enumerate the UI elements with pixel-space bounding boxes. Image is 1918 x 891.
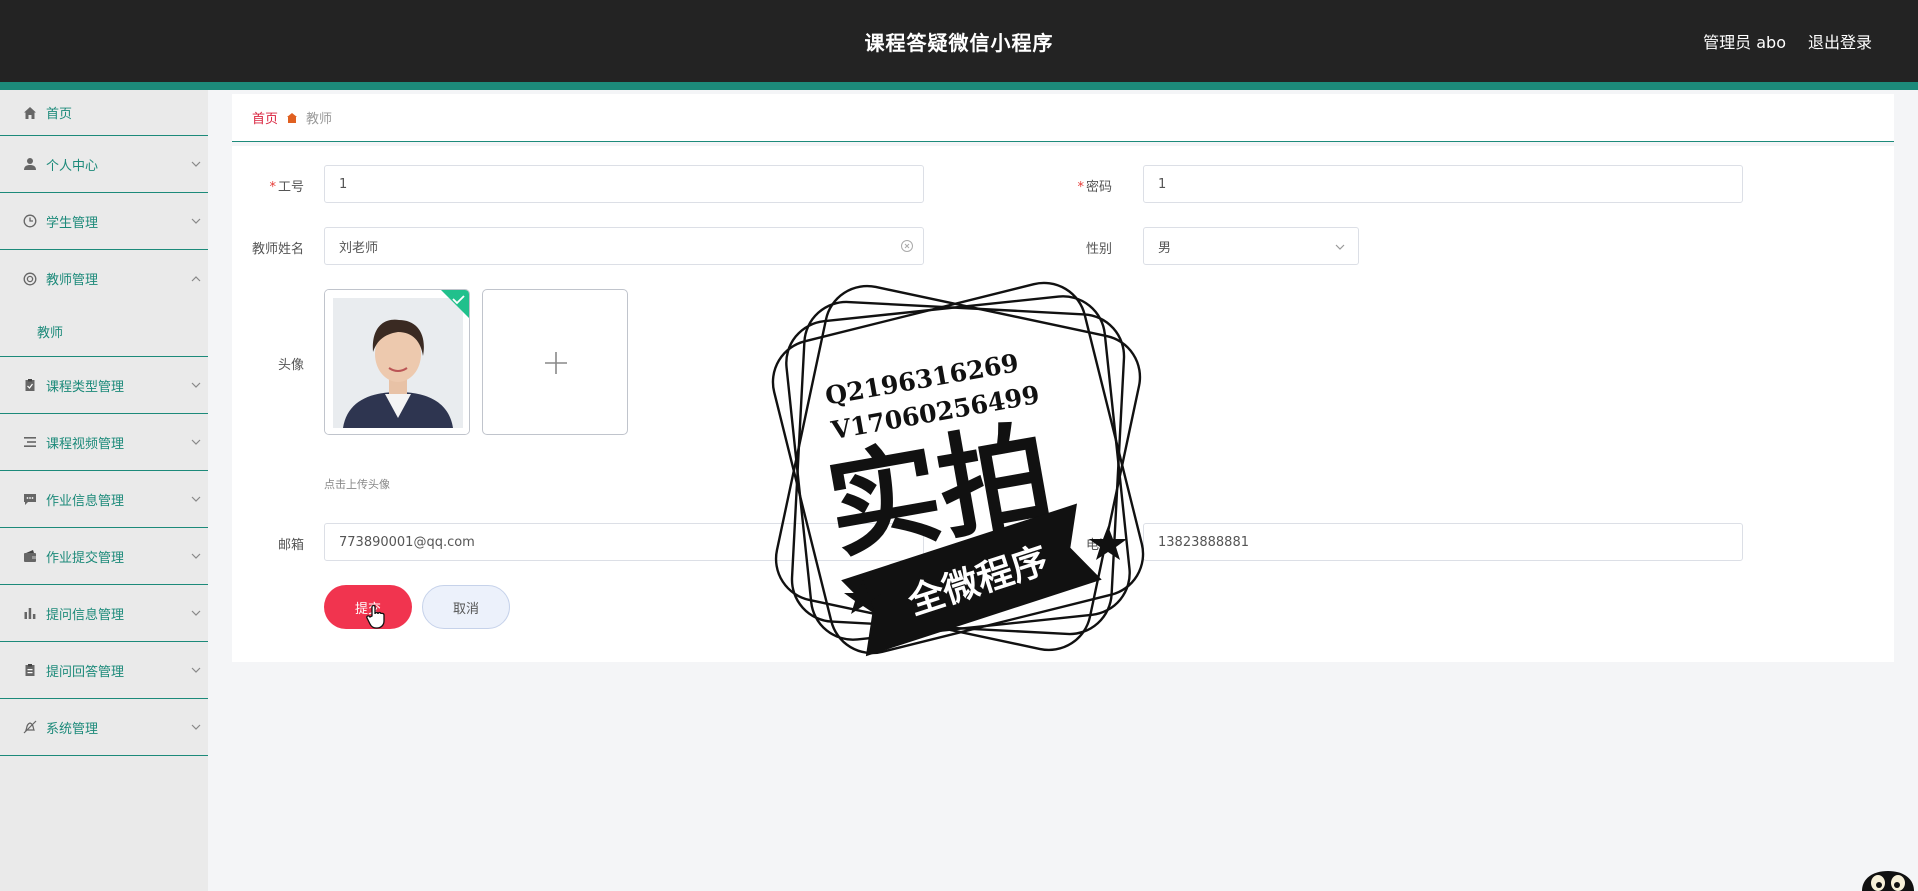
- gonghao-label: * 工号: [269, 180, 304, 195]
- sidebar-item-label: 提问回答管理: [46, 664, 125, 680]
- sidebar-subitem-teacher[interactable]: 教师: [0, 307, 208, 357]
- breadcrumb: 首页 教师: [232, 94, 1894, 142]
- clipboard-icon: [22, 662, 38, 678]
- sidebar-item-label: 作业信息管理: [46, 493, 125, 509]
- chevron-down-icon: [191, 553, 201, 559]
- sidebar-item-course-video-management[interactable]: 课程视频管理: [0, 414, 208, 471]
- app-title: 课程答疑微信小程序: [864, 31, 1054, 55]
- chevron-down-icon: [191, 496, 201, 502]
- watermark-stamp: Q2196316269 V17060256499 实拍 全微程序: [771, 281, 1145, 657]
- sidebar-item-label: 首页: [46, 107, 73, 122]
- hand-cursor-icon: [366, 604, 385, 629]
- avatar-upload-button[interactable]: [482, 289, 628, 435]
- admin-username: 管理员 abo: [1703, 33, 1786, 52]
- header-accent-bar: [0, 82, 1918, 90]
- chevron-down-icon: [1335, 244, 1345, 250]
- sidebar-item-question-answer-management[interactable]: 提问回答管理: [0, 642, 208, 699]
- sidebar-item-label: 学生管理: [46, 215, 99, 231]
- gender-selected-value: 男: [1158, 240, 1172, 256]
- breadcrumb-home-link[interactable]: 首页: [252, 108, 278, 127]
- avatar-photo: [325, 290, 469, 434]
- clipboard-icon: [22, 377, 38, 393]
- chevron-down-icon: [191, 667, 201, 673]
- breadcrumb-separator-icon: [287, 112, 298, 123]
- user-icon: [22, 156, 38, 172]
- sidebar-item-label: 教师管理: [46, 273, 99, 288]
- sidebar-item-homework-submit-management[interactable]: 作业提交管理: [0, 528, 208, 585]
- sidebar-item-system-management[interactable]: 系统管理: [0, 699, 208, 756]
- mascot-icon: [1862, 871, 1914, 891]
- plus-icon: [545, 352, 567, 374]
- sidebar-item-course-type-management[interactable]: 课程类型管理: [0, 357, 208, 414]
- message-icon: [22, 491, 38, 507]
- chevron-down-icon: [191, 382, 201, 388]
- sidebar: 首页 个人中心 学生管理 教师管理 教师 课程类型管理 课程视频管理 作业信息管…: [0, 90, 208, 891]
- chevron-down-icon: [191, 610, 201, 616]
- chevron-down-icon: [191, 439, 201, 445]
- sidebar-item-label: 作业提交管理: [46, 550, 125, 566]
- wallet-icon: [22, 548, 38, 564]
- email-label: 邮箱: [277, 538, 304, 553]
- gender-label: 性别: [1085, 242, 1112, 257]
- clock-icon: [22, 213, 38, 229]
- teacher-name-label: 教师姓名: [251, 242, 304, 257]
- star-icon: [1089, 526, 1127, 560]
- upload-tip: 点击上传头像: [324, 478, 390, 491]
- home-icon: [22, 105, 38, 121]
- password-input[interactable]: [1143, 165, 1743, 203]
- breadcrumb-current: 教师: [306, 112, 333, 127]
- sidebar-item-home[interactable]: 首页: [0, 90, 208, 136]
- gonghao-input[interactable]: [324, 165, 924, 203]
- sidebar-item-label: 个人中心: [46, 158, 99, 174]
- bar-chart-icon: [22, 605, 38, 621]
- gender-select[interactable]: 男: [1143, 227, 1359, 265]
- top-header: 课程答疑微信小程序 管理员 abo 退出登录: [0, 0, 1918, 82]
- clear-input-icon[interactable]: [900, 239, 914, 253]
- cancel-button[interactable]: 取消: [422, 585, 510, 629]
- phone-input[interactable]: [1143, 523, 1743, 561]
- sidebar-item-question-info-management[interactable]: 提问信息管理: [0, 585, 208, 642]
- sidebar-item-student-management[interactable]: 学生管理: [0, 193, 208, 250]
- chevron-down-icon: [191, 218, 201, 224]
- sidebar-item-label: 系统管理: [46, 721, 99, 737]
- bell-off-icon: [22, 719, 38, 735]
- sidebar-item-personal-center[interactable]: 个人中心: [0, 136, 208, 193]
- logout-link[interactable]: 退出登录: [1808, 0, 1872, 86]
- chevron-up-icon: [191, 275, 201, 281]
- chevron-down-icon: [191, 724, 201, 730]
- avatar-preview[interactable]: [324, 289, 470, 435]
- avatar-label: 头像: [277, 358, 304, 373]
- sidebar-item-label: 课程视频管理: [46, 436, 125, 452]
- sidebar-item-homework-info-management[interactable]: 作业信息管理: [0, 471, 208, 528]
- list-icon: [22, 434, 38, 450]
- chevron-down-icon: [191, 161, 201, 167]
- sidebar-item-label: 提问信息管理: [46, 607, 125, 623]
- sidebar-item-teacher-management[interactable]: 教师管理: [0, 250, 208, 307]
- sidebar-item-label: 课程类型管理: [46, 379, 125, 395]
- lifebuoy-icon: [22, 271, 38, 287]
- mima-label: * 密码: [1077, 180, 1112, 195]
